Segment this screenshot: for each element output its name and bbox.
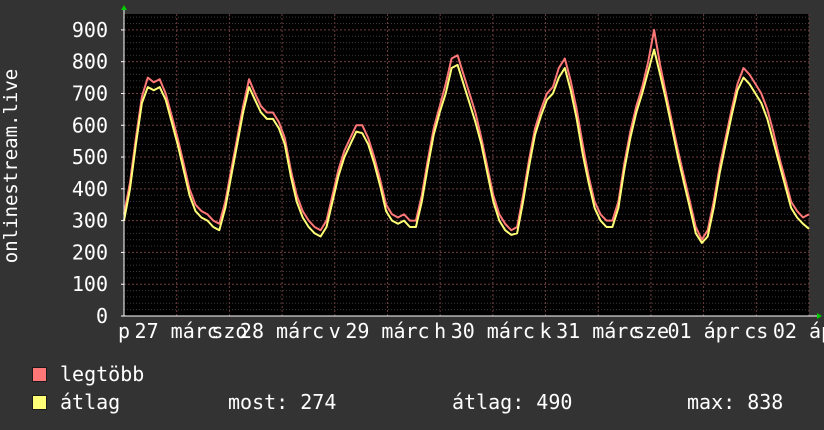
y-tick-label: 500 (72, 145, 108, 169)
x-tick-label: 01 ápr (667, 319, 739, 343)
x-tick-label: h (434, 319, 446, 343)
stat-now: most: 274 (228, 390, 337, 414)
x-tick-label: 30 márc (451, 319, 535, 343)
y-tick-labels: 0 100 200 300 400 500 600 700 800 900 (72, 18, 108, 328)
y-tick-label: 300 (72, 209, 108, 233)
y-axis-label-wrap: onlinestream.live (0, 69, 22, 263)
x-tick-label: 27 márc (135, 319, 219, 343)
y-tick-label: 200 (72, 240, 108, 264)
x-tick-label: 31 márc (556, 319, 640, 343)
x-tick-label: cs (744, 319, 768, 343)
x-tick-label: 29 márc (345, 319, 429, 343)
legend-row-avg: átlag most: 274 átlag: 490 max: 838 (30, 390, 810, 418)
plot-area (124, 14, 809, 316)
y-tick-label: 400 (72, 177, 108, 201)
y-axis-label: onlinestream.live (0, 69, 22, 263)
stat-max: max: 838 (687, 390, 784, 414)
x-tick-labels: p 27 márcszo28 márc v 29 márc h 30 márc k 31 má… (118, 319, 824, 343)
legend-swatch-avg (32, 395, 47, 410)
legend-label-max: legtöbb (60, 362, 145, 386)
legend-swatch-max (32, 367, 47, 382)
x-tick-label: v (329, 319, 341, 343)
y-axis-arrow-icon (121, 5, 127, 10)
x-tick-label: 02 ápr (773, 319, 824, 343)
y-tick-label: 0 (96, 304, 108, 328)
legend: legtöbb átlag most: 274 átlag: 490 max: … (30, 362, 810, 418)
chart: 0 100 200 300 400 500 600 700 800 900 p 27 márcszo… (72, 5, 824, 343)
y-tick-label: 700 (72, 81, 108, 105)
x-tick-label: k (540, 319, 552, 343)
x-tick-label: sze (633, 319, 669, 343)
y-tick-label: 800 (72, 50, 108, 74)
x-tick-label: 28 márc (240, 319, 324, 343)
x-tick-label: p (118, 319, 130, 343)
stat-avg: átlag: 490 (452, 390, 573, 414)
y-tick-label: 600 (72, 113, 108, 137)
y-tick-label: 100 (72, 272, 108, 296)
y-tick-label: 900 (72, 18, 108, 42)
legend-row-max: legtöbb (30, 362, 810, 390)
legend-label-avg: átlag (60, 390, 121, 414)
